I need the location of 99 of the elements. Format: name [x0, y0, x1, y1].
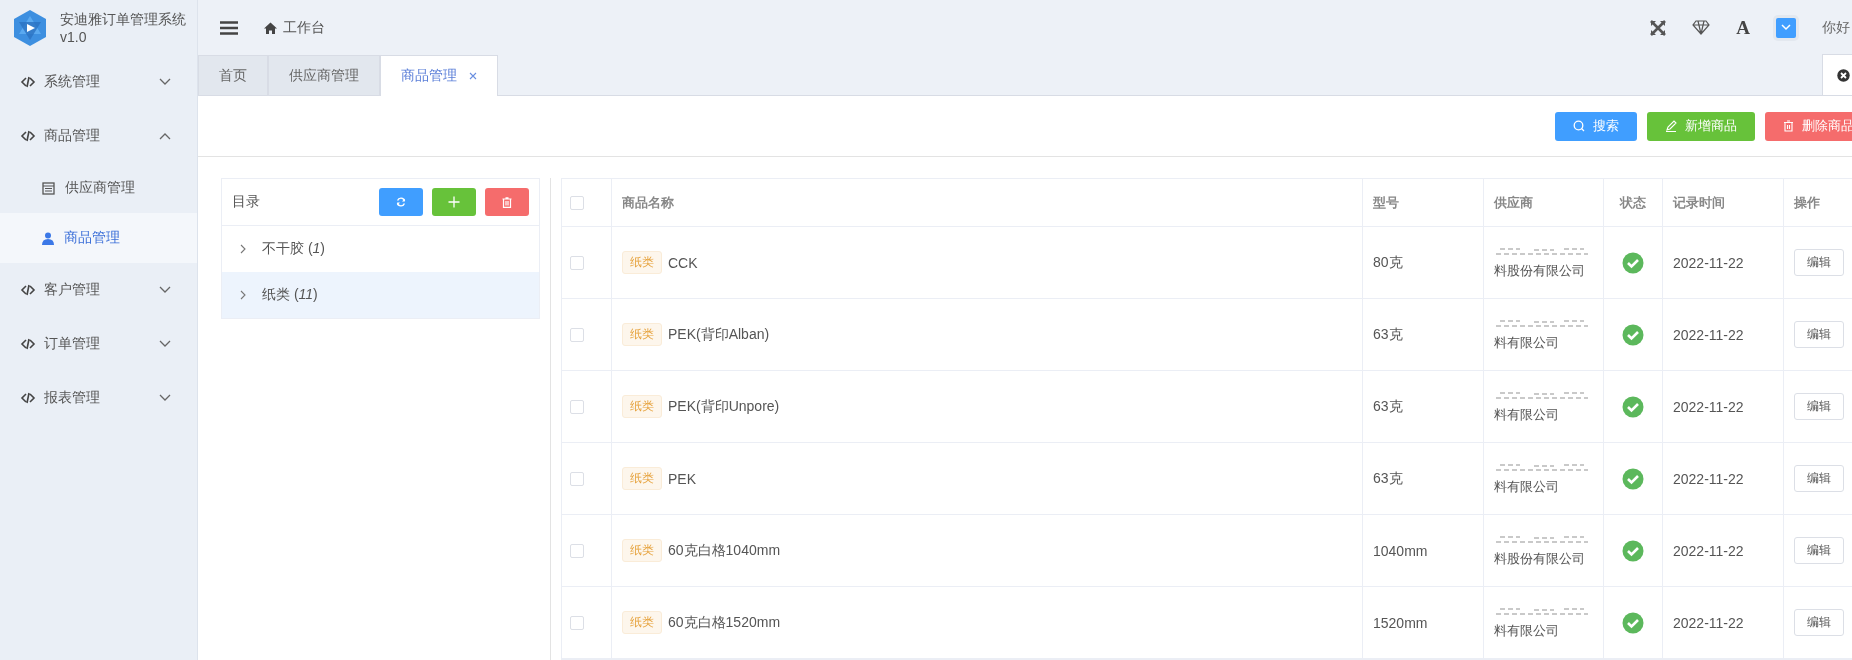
diamond-icon[interactable] [1692, 20, 1711, 35]
tab[interactable]: 供应商管理 [268, 55, 380, 95]
tree-node[interactable]: 纸类 (11) [222, 272, 539, 318]
sidebar-item[interactable]: 客户管理 [0, 263, 197, 317]
close-icon [1836, 68, 1850, 82]
checkbox[interactable] [570, 327, 584, 342]
checkbox[interactable] [570, 471, 584, 486]
table-cell: 60克白格1520mm [668, 613, 781, 632]
table-cell: 63克 [1373, 397, 1403, 416]
edit-button[interactable]: 编辑 [1794, 249, 1844, 276]
chevron-down-icon [159, 78, 171, 86]
app-version: v1.0 [60, 27, 88, 46]
table-cell: 1520mm [1373, 614, 1428, 631]
checkbox[interactable] [570, 255, 584, 270]
chevron-down-icon [159, 286, 171, 294]
pencil-icon [1665, 120, 1677, 132]
category-tag: 纸类 [622, 323, 662, 346]
table-cell: PEK(背印Alban) [668, 325, 770, 344]
sidebar-item[interactable]: 报表管理 [0, 371, 197, 425]
table-cell: 料有限公司 [1494, 333, 1559, 352]
table-cell: CCK [668, 254, 698, 271]
table-cell: 2022-11-22 [1673, 326, 1744, 343]
link-icon [20, 392, 36, 404]
checkbox[interactable] [570, 399, 584, 414]
chevron-right-icon [240, 244, 246, 254]
checkbox[interactable] [570, 615, 584, 630]
add-button[interactable] [432, 188, 476, 216]
tab[interactable]: 首页 [198, 55, 268, 95]
tree-node[interactable]: 不干胶 (1) [222, 226, 539, 272]
app-title: 安迪雅订单管理系统 [60, 9, 186, 28]
checkbox[interactable] [570, 543, 584, 558]
edit-button[interactable]: 编辑 [1794, 609, 1844, 636]
close-icon[interactable] [469, 72, 477, 80]
breadcrumb-link[interactable]: 工作台 [283, 18, 325, 37]
chevron-down-icon [1781, 24, 1791, 31]
table-cell: 2022-11-22 [1673, 542, 1744, 559]
table-cell: 料有限公司 [1494, 405, 1559, 424]
edit-button[interactable]: 编辑 [1794, 393, 1844, 420]
table-cell: 料股份有限公司 [1494, 549, 1585, 568]
edit-button[interactable]: 编辑 [1794, 465, 1844, 492]
sidebar-subitem[interactable]: 供应商管理 [0, 163, 197, 213]
sidebar-subitem[interactable]: 商品管理 [0, 213, 197, 263]
table-cell: 1040mm [1373, 542, 1428, 559]
table-cell: 料股份有限公司 [1494, 261, 1585, 280]
user-greeting[interactable]: 你好 [1822, 18, 1850, 37]
edit-button[interactable]: 编辑 [1794, 321, 1844, 348]
refresh-icon [396, 197, 406, 207]
category-tag: 纸类 [622, 395, 662, 418]
sidebar-item[interactable]: 系统管理 [0, 55, 197, 109]
table-cell: 2022-11-22 [1673, 398, 1744, 415]
chevron-down-icon [159, 394, 171, 402]
category-tag: 纸类 [622, 539, 662, 562]
user-icon [42, 231, 54, 245]
link-icon [20, 338, 36, 350]
table-cell: PEK [668, 470, 696, 487]
category-tag: 纸类 [622, 251, 662, 274]
home-icon [264, 21, 277, 34]
trash-icon [1783, 120, 1794, 132]
table-cell: PEK(背印Unpore) [668, 397, 780, 416]
table-cell: 60克白格1040mm [668, 541, 781, 560]
column-header: 操作 [1794, 193, 1820, 212]
table-cell: 2022-11-22 [1673, 614, 1744, 631]
panel-title: 目录 [232, 193, 260, 211]
column-header: 商品名称 [622, 193, 674, 212]
checkbox[interactable] [570, 195, 584, 210]
font-size-button[interactable]: A [1736, 16, 1750, 39]
chevron-right-icon [240, 290, 246, 300]
theme-dropdown[interactable] [1776, 17, 1796, 38]
table-cell: 80克 [1373, 253, 1403, 272]
column-header: 记录时间 [1673, 193, 1725, 212]
table-cell: 63克 [1373, 325, 1403, 344]
table-cell: 63克 [1373, 469, 1403, 488]
column-header: 状态 [1620, 193, 1646, 212]
category-tag: 纸类 [622, 467, 662, 490]
trash-icon [502, 196, 512, 208]
menu-icon[interactable] [220, 20, 238, 35]
table-cell: 料有限公司 [1494, 621, 1559, 640]
table-cell: 料有限公司 [1494, 477, 1559, 496]
tab[interactable]: 商品管理 [380, 55, 498, 96]
link-icon [20, 284, 36, 296]
table-cell: 2022-11-22 [1673, 470, 1744, 487]
sidebar-item[interactable]: 商品管理 [0, 109, 197, 163]
delete-button[interactable] [485, 188, 529, 216]
chevron-up-icon [159, 132, 171, 140]
column-header: 供应商 [1494, 193, 1533, 212]
column-header: 型号 [1373, 193, 1399, 212]
table-cell: 2022-11-22 [1673, 254, 1744, 271]
chevron-down-icon [159, 340, 171, 348]
list-icon [42, 181, 55, 195]
edit-button[interactable]: 编辑 [1794, 537, 1844, 564]
category-tag: 纸类 [622, 611, 662, 634]
search-icon [1573, 120, 1585, 132]
sidebar-item[interactable]: 订单管理 [0, 317, 197, 371]
plus-icon [448, 196, 460, 208]
refresh-button[interactable] [379, 188, 423, 216]
link-icon [20, 76, 36, 88]
link-icon [20, 130, 36, 142]
close-tabs-button[interactable] [1822, 54, 1852, 95]
fullscreen-icon[interactable] [1650, 19, 1667, 36]
